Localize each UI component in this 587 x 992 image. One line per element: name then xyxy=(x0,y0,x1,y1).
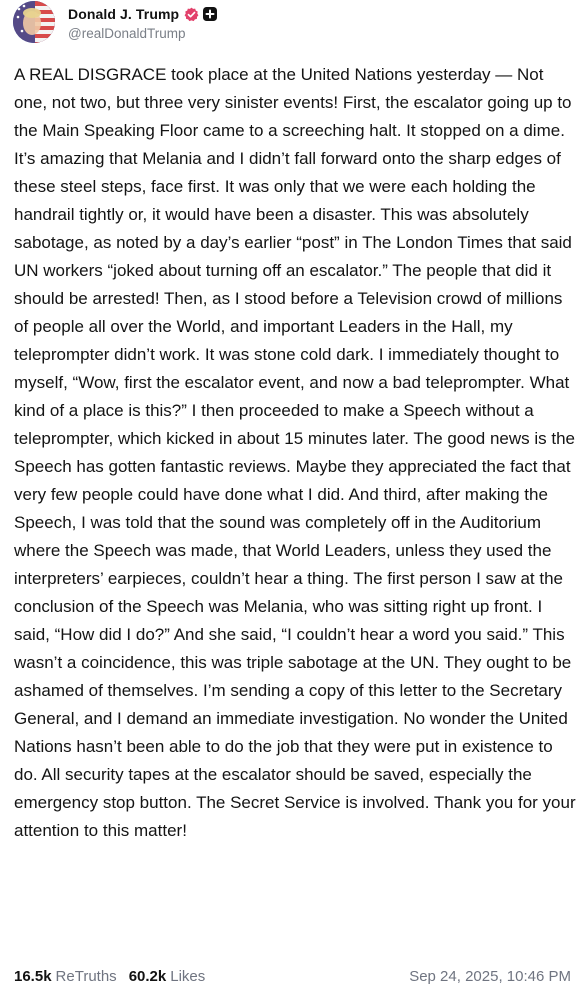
retruths-count: 16.5k xyxy=(14,967,52,985)
likes-count: 60.2k xyxy=(128,967,167,985)
truth-post: Donald J. Trump @realDonaldTrump A REAL … xyxy=(0,0,587,992)
post-footer: 16.5k ReTruths 60.2k Likes Sep 24, 2025,… xyxy=(14,965,571,987)
author-handle[interactable]: @realDonaldTrump xyxy=(68,26,217,41)
avatar-flag-image xyxy=(13,1,55,43)
author-name-row: Donald J. Trump xyxy=(68,3,218,25)
author-avatar[interactable] xyxy=(13,1,55,43)
plus-badge-icon xyxy=(203,7,218,21)
likes-stat[interactable]: 60.2k Likes xyxy=(129,968,206,985)
verified-check-icon xyxy=(184,7,199,22)
post-timestamp[interactable]: Sep 24, 2025, 10:46 PM xyxy=(409,968,571,985)
author-info: Donald J. Trump @realDonaldTrump xyxy=(68,3,218,41)
retruths-label: ReTruths xyxy=(55,967,117,985)
post-header: Donald J. Trump @realDonaldTrump xyxy=(13,0,218,44)
retruths-stat[interactable]: 16.5k ReTruths xyxy=(14,968,117,985)
likes-label: Likes xyxy=(170,967,206,985)
post-body-text: A REAL DISGRACE took place at the United… xyxy=(14,65,576,840)
author-display-name[interactable]: Donald J. Trump xyxy=(68,6,179,22)
